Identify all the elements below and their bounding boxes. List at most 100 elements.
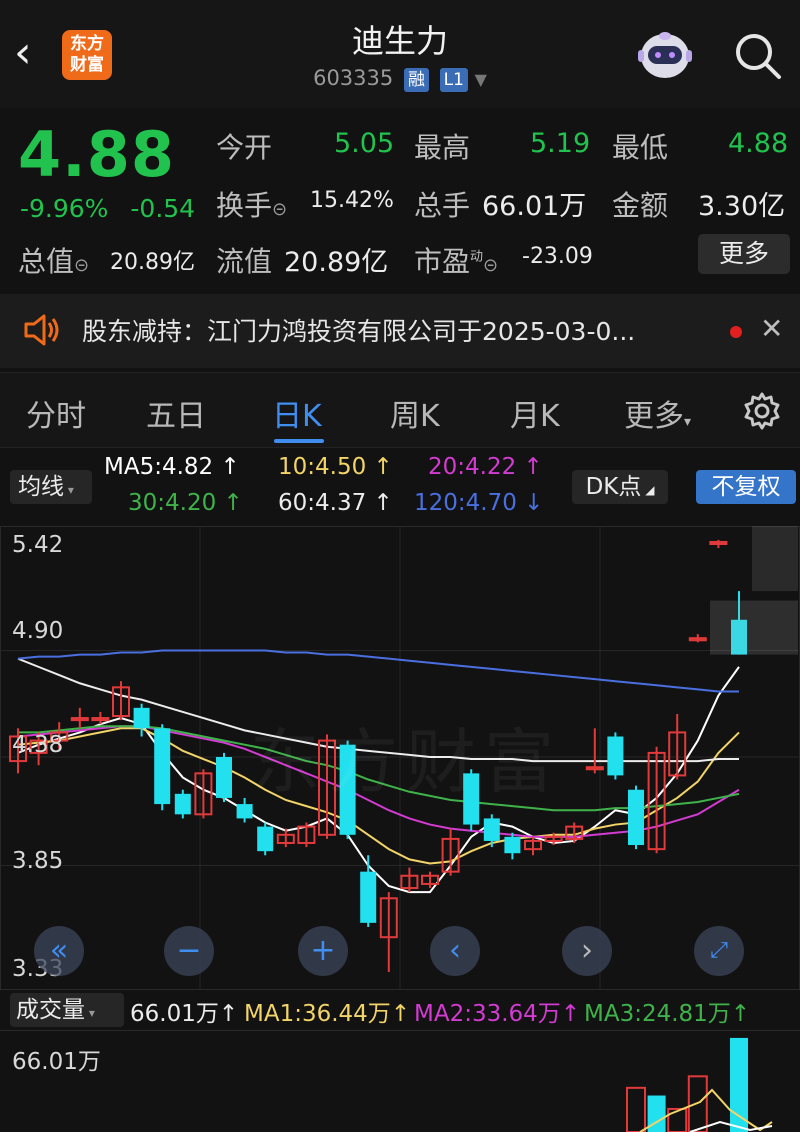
turnover-label[interactable]: 换手⊝ [216,184,287,224]
search-icon[interactable] [732,30,784,82]
tab-monthly-k[interactable]: 月K [510,391,560,435]
volume-label: 总手 [414,189,471,222]
margin-tag: 融 [403,68,429,92]
robot-assistant-icon[interactable] [634,28,696,82]
quote-panel: 4.88 -9.96% -0.54 今开 5.05 最高 5.19 最低 4.8… [0,108,800,286]
zoom-in-icon[interactable]: + [298,926,348,976]
range-highlight [752,526,798,592]
candle-body [504,836,521,854]
candle-body [133,707,150,729]
info-icon[interactable]: ⊝ [483,255,498,276]
next-icon[interactable]: › [562,926,612,976]
high-value: 5.19 [530,128,591,159]
kline-chart[interactable]: 东方财富 5.42 4.90 4.38 3.85 3.33 « − + ‹ › … [0,526,800,990]
tab-more[interactable]: 更多▾ [624,391,691,435]
tab-intraday[interactable]: 分时 [26,391,86,435]
turnover-value: 15.42% [310,188,394,213]
dk-point-label: DK点 [585,474,642,500]
corner-icon: ◢ [641,483,655,497]
volume-bar [687,1075,708,1132]
volume-max-label: 66.01万 [12,1049,101,1075]
tab-daily-k[interactable]: 日K [272,391,322,435]
notice-bar[interactable]: 股东减持：江门力鸿投资有限公司于2025-03-0... [0,294,800,368]
ma10-text: 10:4.50 [278,454,367,480]
volume-value: 66.01万↑ [130,1001,239,1027]
period-tabs: 分时 五日 日K 周K 月K 更多▾ [0,372,800,448]
ma60-text: 60:4.37 [278,490,367,516]
code-dropdown-icon[interactable]: ▼ [475,70,487,89]
info-icon[interactable]: ⊝ [74,255,89,276]
candle-body [360,871,377,923]
watermark: 东方财富 [250,721,562,803]
zoom-out-icon[interactable]: − [164,926,214,976]
y-tick-label: 4.38 [12,732,64,758]
float-value: 20.89亿 [284,247,389,278]
vol-ma1-text: MA1:36.44万 [244,1001,391,1027]
chevron-down-icon: ▾ [64,483,74,497]
open-value: 5.05 [334,128,395,159]
vol-ma1: MA1:36.44万↑ [244,1001,411,1027]
high-label: 最高 [414,131,471,164]
vol-ma3: MA3:24.81万↑ [584,1001,751,1027]
change-percent: -9.96% [20,194,109,223]
volume-bar [730,1037,748,1132]
indicator-selector-label: 均线 [18,474,64,500]
fast-back-icon[interactable]: « [34,926,84,976]
close-icon[interactable]: ✕ [760,312,783,345]
prev-icon[interactable]: ‹ [430,926,480,976]
volume-svg [0,1030,800,1132]
ma120-text: 120:4.70 [414,490,517,516]
candle-body [174,793,191,815]
ma5-text: MA5:4.82 [104,454,214,480]
volume-legend: 成交量 ▾ 66.01万↑ MA1:36.44万↑ MA2:33.64万↑ MA… [0,990,800,1030]
info-icon[interactable]: ⊝ [272,199,287,220]
candle-body [154,728,171,805]
tab-five-day[interactable]: 五日 [146,391,206,435]
level-tag: L1 [439,68,468,92]
expand-icon[interactable]: ⤢ [694,926,744,976]
chevron-down-icon: ▾ [684,414,692,430]
gear-icon[interactable] [742,391,782,431]
vol-ma2: MA2:33.64万↑ [414,1001,581,1027]
header-bar: ‹ 东方 财富 迪生力 603335 融 L1 ▼ [0,0,800,108]
unread-dot [730,326,742,338]
ma5-value: MA5:4.82 ↑ [104,454,240,480]
change-row: -9.96% -0.54 [20,194,209,223]
range-highlight [710,600,798,655]
tab-weekly-k[interactable]: 周K [390,391,440,435]
amount-label: 金额 [612,189,669,222]
dk-point-button[interactable]: DK点 ◢ [572,470,668,504]
open-label: 今开 [216,131,273,164]
volume-bar [626,1086,646,1132]
more-button[interactable]: 更多 [698,234,790,274]
indicator-selector[interactable]: 均线 ▾ [10,470,92,504]
volume-text: 66.01万 [130,1001,219,1027]
y-tick-label: 4.90 [12,618,64,644]
pe-label[interactable]: 市盈动⊝ [414,240,498,280]
mktcap-value: 20.89亿 [110,250,195,275]
volume-selector-label: 成交量 [16,997,85,1023]
ma30-value: 30:4.20 ↑ [128,490,243,516]
notice-text: 股东减持：江门力鸿投资有限公司于2025-03-0... [82,317,636,346]
candle-body [257,826,274,852]
pe-label-text: 市盈 [414,245,471,278]
mktcap-label[interactable]: 总值⊝ [18,240,89,280]
speaker-icon [24,314,59,346]
change-amount: -0.54 [130,194,196,223]
volume-chart[interactable]: 66.01万 [0,1030,800,1132]
mktcap-label-text: 总值 [18,245,75,278]
y-tick-label: 3.85 [12,848,64,874]
ma30-text: 30:4.20 [128,490,217,516]
float-label: 流值 [216,245,273,278]
ma20-text: 20:4.22 [428,454,517,480]
turnover-label-text: 换手 [216,189,273,222]
volume-selector[interactable]: 成交量 ▾ [10,993,124,1027]
vol-ma2-text: MA2:33.64万 [414,1001,561,1027]
no-adjust-button[interactable]: 不复权 [696,470,796,504]
active-tab-indicator [274,439,324,443]
tab-more-label: 更多 [624,399,684,434]
amount-value: 3.30亿 [698,191,786,222]
last-price: 4.88 [18,118,175,191]
ma60-value: 60:4.37 ↑ [278,490,393,516]
pe-sup: 动 [470,249,484,265]
